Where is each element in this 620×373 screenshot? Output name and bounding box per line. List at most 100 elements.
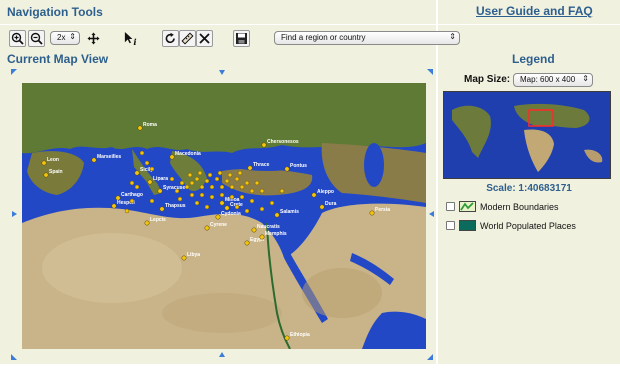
place-marker[interactable] — [189, 180, 195, 186]
place-marker[interactable] — [169, 154, 175, 160]
place-marker[interactable] — [249, 198, 255, 204]
place-marker[interactable] — [369, 210, 375, 216]
modern-boundaries-checkbox[interactable] — [446, 202, 455, 211]
place-marker[interactable] — [111, 203, 117, 209]
place-marker[interactable] — [204, 178, 210, 184]
place-marker[interactable] — [149, 166, 155, 172]
place-marker[interactable] — [181, 255, 187, 261]
place-marker[interactable] — [249, 188, 255, 194]
place-marker[interactable] — [144, 160, 150, 166]
place-marker[interactable] — [137, 125, 143, 131]
place-marker[interactable] — [284, 335, 290, 341]
place-marker[interactable] — [194, 200, 200, 206]
place-marker[interactable] — [261, 142, 267, 148]
zoom-level-select[interactable]: 2x ⇕ — [50, 31, 80, 45]
place-marker[interactable] — [194, 176, 200, 182]
place-marker[interactable] — [197, 170, 203, 176]
pan-southeast-arrow[interactable] — [427, 354, 433, 360]
pan-east-arrow[interactable] — [429, 211, 434, 217]
place-marker[interactable] — [129, 198, 135, 204]
place-marker[interactable] — [247, 165, 253, 171]
place-marker[interactable] — [224, 205, 230, 211]
place-marker[interactable] — [199, 192, 205, 198]
place-marker[interactable] — [214, 176, 220, 182]
place-marker[interactable] — [284, 166, 290, 172]
pan-northeast-arrow[interactable] — [427, 69, 433, 75]
place-marker[interactable] — [159, 206, 165, 212]
map-size-select[interactable]: Map: 600 x 400 ⇕ — [513, 73, 593, 87]
user-guide-link[interactable]: User Guide and FAQ — [476, 4, 593, 18]
place-marker[interactable] — [227, 172, 233, 178]
place-marker[interactable] — [189, 192, 195, 198]
place-marker[interactable] — [209, 184, 215, 190]
place-marker[interactable] — [207, 172, 213, 178]
place-marker[interactable] — [124, 208, 130, 214]
place-marker[interactable] — [149, 198, 155, 204]
clear-button[interactable] — [196, 30, 213, 47]
place-marker[interactable] — [41, 160, 47, 166]
region-select[interactable]: Find a region or country ⇕ — [274, 31, 460, 45]
place-marker[interactable] — [177, 196, 183, 202]
place-marker[interactable] — [259, 188, 265, 194]
reset-button[interactable] — [162, 30, 179, 47]
place-marker[interactable] — [219, 200, 225, 206]
zoom-out-button[interactable] — [28, 30, 45, 47]
pan-northwest-arrow[interactable] — [11, 69, 17, 75]
pan-button[interactable] — [85, 30, 102, 47]
place-marker[interactable] — [259, 234, 265, 240]
place-marker[interactable] — [319, 204, 325, 210]
place-marker[interactable] — [91, 157, 97, 163]
save-button[interactable] — [233, 30, 250, 47]
overview-map[interactable] — [443, 91, 611, 179]
place-marker[interactable] — [237, 170, 243, 176]
place-marker[interactable] — [199, 184, 205, 190]
place-marker[interactable] — [274, 212, 280, 218]
place-marker[interactable] — [239, 194, 245, 200]
pan-southwest-arrow[interactable] — [11, 354, 17, 360]
place-marker[interactable] — [269, 200, 275, 206]
place-marker[interactable] — [204, 204, 210, 210]
map-image[interactable]: RomaMarseillesLeonSpain SicilyLiparaSyrac… — [22, 83, 426, 349]
place-marker[interactable] — [219, 184, 225, 190]
zoom-in-button[interactable] — [9, 30, 26, 47]
place-marker[interactable] — [244, 180, 250, 186]
place-marker[interactable] — [147, 179, 153, 185]
map-canvas[interactable]: Roma Marseilles Leon Spain Sicily Lipara Syrac… — [22, 83, 426, 349]
pan-south-arrow[interactable] — [219, 352, 225, 357]
place-marker[interactable] — [209, 194, 215, 200]
place-marker[interactable] — [229, 184, 235, 190]
place-marker[interactable] — [215, 214, 221, 220]
place-marker[interactable] — [251, 227, 257, 233]
place-marker[interactable] — [184, 184, 190, 190]
place-marker[interactable] — [134, 170, 140, 176]
place-marker[interactable] — [144, 220, 150, 226]
place-marker[interactable] — [244, 208, 250, 214]
place-marker[interactable] — [219, 192, 225, 198]
place-marker[interactable] — [244, 240, 250, 246]
measure-button[interactable] — [179, 30, 196, 47]
place-marker[interactable] — [279, 188, 285, 194]
place-marker[interactable] — [174, 188, 180, 194]
place-marker[interactable] — [204, 225, 210, 231]
place-marker[interactable] — [169, 176, 175, 182]
place-marker[interactable] — [139, 150, 145, 156]
place-marker[interactable] — [157, 188, 163, 194]
place-marker[interactable] — [224, 178, 230, 184]
place-marker[interactable] — [129, 180, 135, 186]
place-marker[interactable] — [134, 184, 140, 190]
place-marker[interactable] — [254, 180, 260, 186]
place-marker[interactable] — [239, 184, 245, 190]
pan-west-arrow[interactable] — [12, 211, 17, 217]
place-marker[interactable] — [234, 176, 240, 182]
place-marker[interactable] — [229, 194, 235, 200]
place-marker[interactable] — [234, 204, 240, 210]
place-marker[interactable] — [187, 172, 193, 178]
place-marker[interactable] — [311, 192, 317, 198]
pan-north-arrow[interactable] — [219, 70, 225, 75]
place-marker[interactable] — [43, 172, 49, 178]
place-marker[interactable] — [179, 180, 185, 186]
place-marker[interactable] — [259, 206, 265, 212]
identify-button[interactable]: i — [122, 30, 139, 47]
place-marker[interactable] — [217, 170, 223, 176]
populated-places-checkbox[interactable] — [446, 221, 455, 230]
